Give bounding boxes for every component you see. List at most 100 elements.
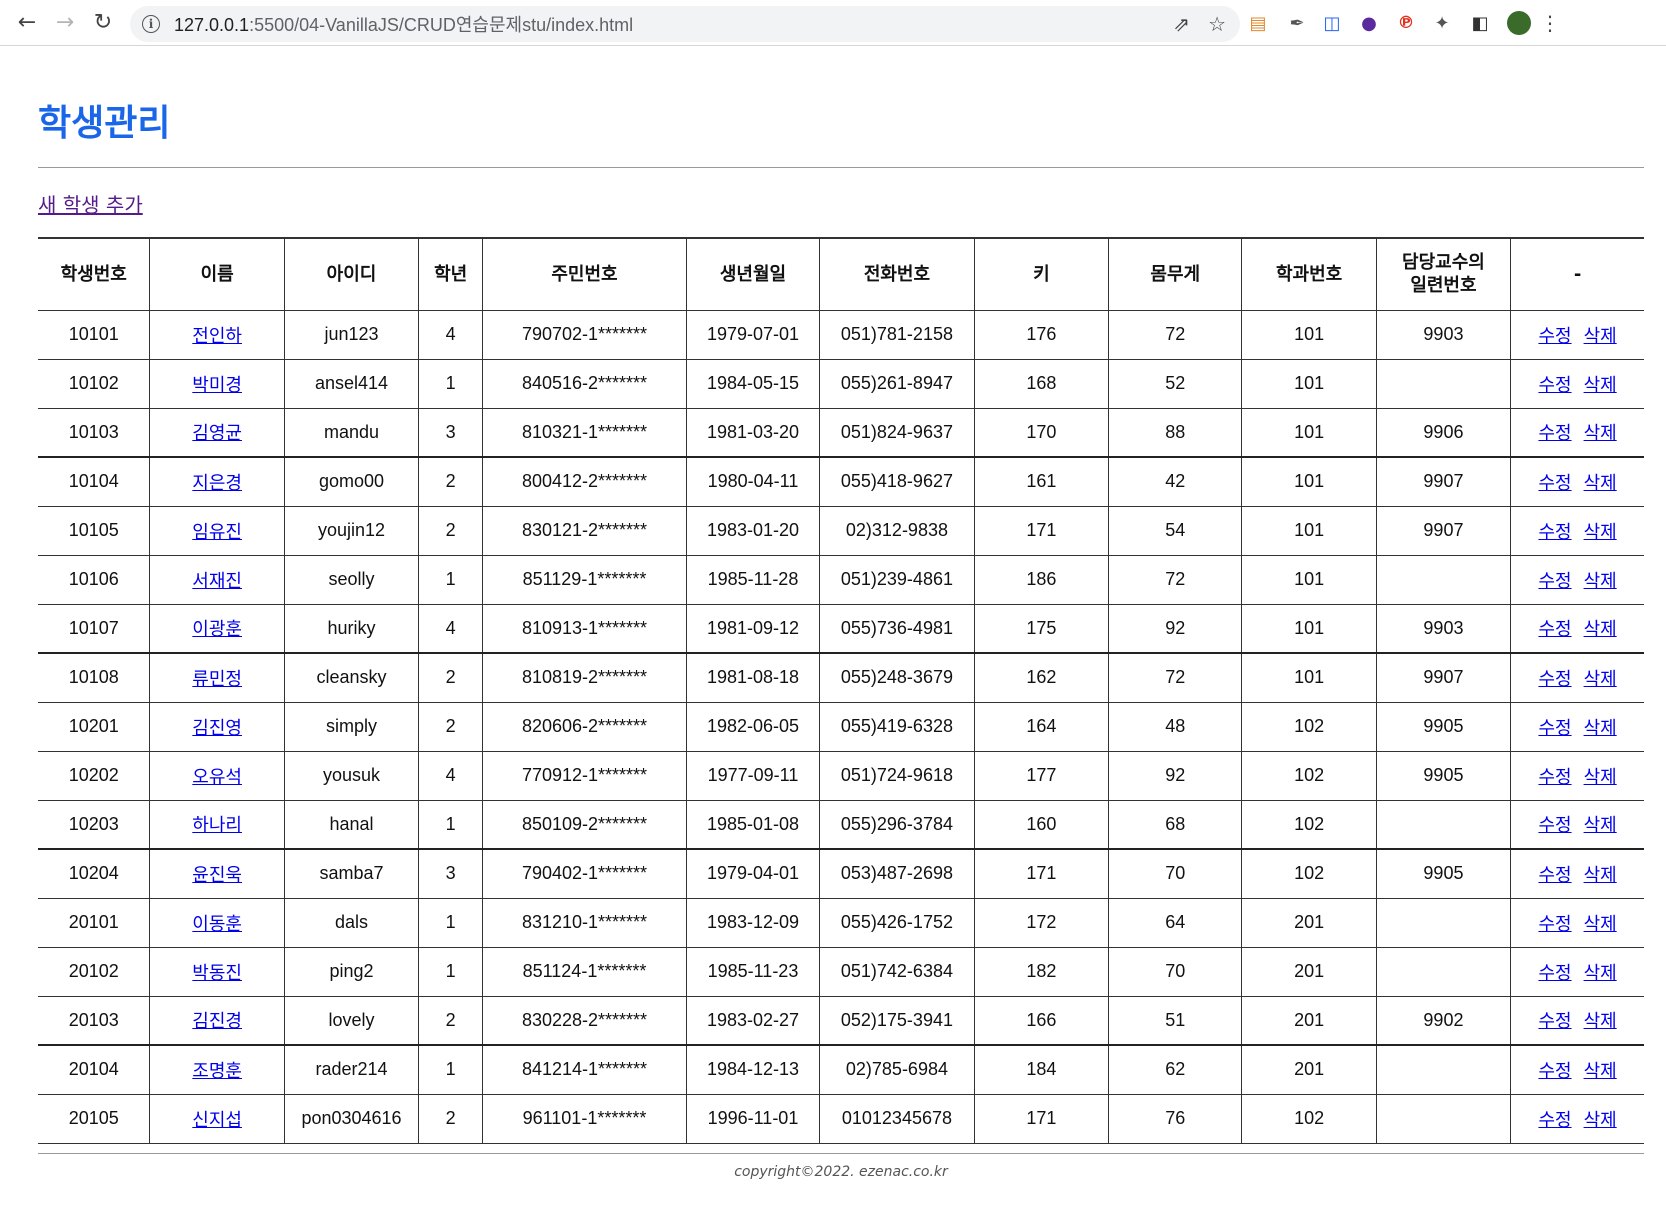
menu-kebab-icon[interactable]: ⋮ bbox=[1540, 0, 1560, 46]
student-name-link[interactable]: 신지섭 bbox=[192, 1110, 242, 1131]
delete-link[interactable]: 삭제 bbox=[1584, 963, 1617, 984]
table-cell bbox=[1376, 947, 1512, 997]
student-name-link[interactable]: 지은경 bbox=[192, 473, 242, 494]
edit-link[interactable]: 수정 bbox=[1538, 1061, 1571, 1082]
edit-link[interactable]: 수정 bbox=[1538, 1011, 1571, 1032]
edit-link[interactable]: 수정 bbox=[1538, 1110, 1571, 1131]
edit-link[interactable]: 수정 bbox=[1538, 914, 1571, 935]
profile-avatar[interactable] bbox=[1504, 0, 1534, 46]
edit-link[interactable]: 수정 bbox=[1538, 669, 1571, 690]
student-name-link[interactable]: 김진경 bbox=[192, 1011, 242, 1032]
table-cell: 1983-12-09 bbox=[686, 898, 821, 948]
column-header: 학과번호 bbox=[1241, 237, 1377, 311]
side-panel-icon[interactable]: ◧ bbox=[1466, 0, 1494, 46]
table-row: 10102 박미경 ansel414 1 840516-2******* 1984-05-… bbox=[38, 359, 1644, 409]
row-actions: 수정 삭제 bbox=[1510, 947, 1644, 997]
table-cell: 1982-06-05 bbox=[686, 702, 821, 752]
table-cell: 184 bbox=[974, 1045, 1110, 1095]
table-cell: 160 bbox=[974, 800, 1110, 850]
table-cell: 1996-11-01 bbox=[686, 1094, 821, 1144]
table-cell: 1977-09-11 bbox=[686, 751, 821, 801]
table-cell: 9906 bbox=[1376, 408, 1512, 458]
student-name-link[interactable]: 하나리 bbox=[192, 815, 242, 836]
student-name-link[interactable]: 서재진 bbox=[192, 571, 242, 592]
table-cell: 171 bbox=[974, 1094, 1110, 1144]
edit-link[interactable]: 수정 bbox=[1538, 718, 1571, 739]
student-name-link[interactable]: 조명훈 bbox=[192, 1061, 242, 1082]
table-cell: seolly bbox=[284, 555, 420, 605]
delete-link[interactable]: 삭제 bbox=[1584, 423, 1617, 444]
delete-link[interactable]: 삭제 bbox=[1584, 473, 1617, 494]
student-name-cell: 이광훈 bbox=[149, 604, 285, 654]
table-cell: 051)824-9637 bbox=[819, 408, 975, 458]
delete-link[interactable]: 삭제 bbox=[1584, 522, 1617, 543]
student-name-link[interactable]: 박동진 bbox=[192, 963, 242, 984]
student-name-link[interactable]: 류민정 bbox=[192, 669, 242, 690]
edit-link[interactable]: 수정 bbox=[1538, 423, 1571, 444]
student-name-link[interactable]: 이동훈 bbox=[192, 914, 242, 935]
row-actions: 수정 삭제 bbox=[1510, 751, 1644, 801]
student-name-link[interactable]: 김진영 bbox=[192, 718, 242, 739]
edit-link[interactable]: 수정 bbox=[1538, 815, 1571, 836]
edit-link[interactable]: 수정 bbox=[1538, 619, 1571, 640]
share-icon[interactable]: ⇗ bbox=[1173, 12, 1190, 36]
table-cell: 831210-1******* bbox=[482, 898, 687, 948]
student-name-cell: 김영균 bbox=[149, 408, 285, 458]
add-student-link[interactable]: 새 학생 추가 bbox=[38, 189, 143, 218]
delete-link[interactable]: 삭제 bbox=[1584, 1061, 1617, 1082]
extensions-puzzle-icon[interactable]: ✦ bbox=[1428, 0, 1456, 46]
edit-link[interactable]: 수정 bbox=[1538, 326, 1571, 347]
delete-link[interactable]: 삭제 bbox=[1584, 669, 1617, 690]
forward-icon[interactable]: → bbox=[46, 4, 84, 42]
student-name-link[interactable]: 김영균 bbox=[192, 423, 242, 444]
table-cell: ping2 bbox=[284, 947, 420, 997]
student-name-cell: 박동진 bbox=[149, 947, 285, 997]
delete-link[interactable]: 삭제 bbox=[1584, 375, 1617, 396]
table-cell: 88 bbox=[1108, 408, 1243, 458]
back-icon[interactable]: ← bbox=[8, 4, 46, 42]
edit-link[interactable]: 수정 bbox=[1538, 522, 1571, 543]
table-cell: 9905 bbox=[1376, 849, 1512, 899]
eyedropper-icon[interactable]: ✒ bbox=[1283, 0, 1311, 46]
table-cell: 175 bbox=[974, 604, 1110, 654]
edit-link[interactable]: 수정 bbox=[1538, 571, 1571, 592]
edit-link[interactable]: 수정 bbox=[1538, 473, 1571, 494]
delete-link[interactable]: 삭제 bbox=[1584, 767, 1617, 788]
delete-link[interactable]: 삭제 bbox=[1584, 326, 1617, 347]
delete-link[interactable]: 삭제 bbox=[1584, 1110, 1617, 1131]
address-bar[interactable]: i 127.0.0.1:5500/04-VanillaJS/CRUD연습문제st… bbox=[130, 6, 1240, 42]
row-actions: 수정 삭제 bbox=[1510, 604, 1644, 654]
student-name-link[interactable]: 임유진 bbox=[192, 522, 242, 543]
table-cell: 1 bbox=[418, 1045, 484, 1095]
student-name-link[interactable]: 윤진욱 bbox=[192, 865, 242, 886]
delete-link[interactable]: 삭제 bbox=[1584, 571, 1617, 592]
student-name-link[interactable]: 전인하 bbox=[192, 326, 242, 347]
site-info-icon[interactable]: i bbox=[142, 15, 160, 33]
delete-link[interactable]: 삭제 bbox=[1584, 1011, 1617, 1032]
extension-icon[interactable]: ▤ bbox=[1244, 0, 1272, 46]
delete-link[interactable]: 삭제 bbox=[1584, 865, 1617, 886]
bookmark-star-icon[interactable]: ☆ bbox=[1208, 12, 1226, 36]
edit-link[interactable]: 수정 bbox=[1538, 865, 1571, 886]
tp-extension-icon[interactable]: ℗ bbox=[1392, 0, 1420, 46]
edit-link[interactable]: 수정 bbox=[1538, 963, 1571, 984]
student-name-link[interactable]: 박미경 bbox=[192, 375, 242, 396]
edit-link[interactable]: 수정 bbox=[1538, 767, 1571, 788]
delete-link[interactable]: 삭제 bbox=[1584, 619, 1617, 640]
url-text[interactable]: 127.0.0.1:5500/04-VanillaJS/CRUD연습문제stu/… bbox=[174, 11, 633, 37]
column-header: 학생번호 bbox=[38, 237, 151, 311]
css-extension-icon[interactable]: ◫ bbox=[1318, 0, 1346, 46]
download-extension-icon[interactable]: ● bbox=[1355, 0, 1383, 46]
reload-icon[interactable]: ↻ bbox=[84, 4, 122, 42]
student-name-link[interactable]: 오유석 bbox=[192, 767, 242, 788]
student-name-link[interactable]: 이광훈 bbox=[192, 619, 242, 640]
delete-link[interactable]: 삭제 bbox=[1584, 718, 1617, 739]
edit-link[interactable]: 수정 bbox=[1538, 375, 1571, 396]
table-cell: 840516-2******* bbox=[482, 359, 687, 409]
delete-link[interactable]: 삭제 bbox=[1584, 914, 1617, 935]
table-row: 20101 이동훈 dals 1 831210-1******* 1983-12-09 05… bbox=[38, 898, 1644, 948]
delete-link[interactable]: 삭제 bbox=[1584, 815, 1617, 836]
table-cell: 3 bbox=[418, 408, 484, 458]
table-cell: 101 bbox=[1241, 506, 1377, 556]
column-header: 키 bbox=[974, 237, 1110, 311]
